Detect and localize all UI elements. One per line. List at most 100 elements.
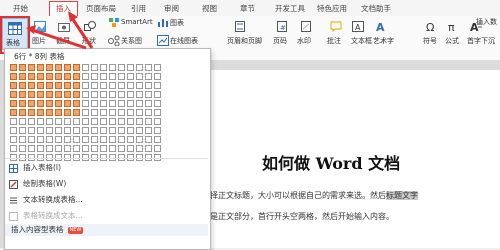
grid-cell[interactable] [73, 82, 80, 89]
grid-cell[interactable] [19, 145, 26, 152]
grid-cell[interactable] [100, 73, 107, 80]
grid-cell[interactable] [46, 73, 53, 80]
grid-cell[interactable] [28, 136, 35, 143]
grid-cell[interactable] [136, 82, 143, 89]
grid-cell[interactable] [55, 100, 62, 107]
grid-cell[interactable] [19, 127, 26, 134]
grid-cell[interactable] [19, 136, 26, 143]
grid-cell[interactable] [82, 82, 89, 89]
grid-cell[interactable] [154, 82, 161, 89]
grid-cell[interactable] [100, 64, 107, 71]
tab-view[interactable]: 视图 [202, 2, 217, 15]
grid-cell[interactable] [127, 64, 134, 71]
grid-cell[interactable] [37, 145, 44, 152]
grid-cell[interactable] [82, 109, 89, 116]
grid-cell[interactable] [91, 82, 98, 89]
grid-cell[interactable] [10, 127, 17, 134]
grid-cell[interactable] [145, 73, 152, 80]
tab-references[interactable]: 引用 [131, 2, 146, 15]
grid-cell[interactable] [64, 64, 71, 71]
grid-cell[interactable] [136, 118, 143, 125]
header-footer-button[interactable]: 页眉和页脚 [227, 36, 262, 46]
grid-cell[interactable] [37, 136, 44, 143]
grid-cell[interactable] [28, 64, 35, 71]
grid-cell[interactable] [100, 136, 107, 143]
grid-cell[interactable] [19, 118, 26, 125]
grid-cell[interactable] [37, 73, 44, 80]
grid-cell[interactable] [28, 109, 35, 116]
textbox-button[interactable]: 文本框 [351, 36, 372, 46]
grid-cell[interactable] [55, 127, 62, 134]
grid-cell[interactable] [100, 145, 107, 152]
grid-cell[interactable] [82, 100, 89, 107]
grid-cell[interactable] [37, 127, 44, 134]
grid-cell[interactable] [127, 145, 134, 152]
online-chart-button[interactable]: 在线图表 [170, 36, 198, 46]
grid-cell[interactable] [73, 145, 80, 152]
grid-cell[interactable] [28, 100, 35, 107]
grid-cell[interactable] [136, 73, 143, 80]
grid-cell[interactable] [28, 91, 35, 98]
grid-cell[interactable] [127, 127, 134, 134]
grid-cell[interactable] [19, 91, 26, 98]
tab-doc-assistant[interactable]: 文档助手 [361, 2, 391, 15]
grid-cell[interactable] [46, 118, 53, 125]
text-to-table-item[interactable]: 文本转换成表格... [5, 194, 205, 206]
shape-button[interactable]: 形状 [82, 36, 96, 46]
grid-cell[interactable] [136, 127, 143, 134]
grid-cell[interactable] [109, 82, 116, 89]
watermark-button[interactable]: 水印 [297, 36, 311, 46]
grid-cell[interactable] [118, 109, 125, 116]
grid-cell[interactable] [145, 64, 152, 71]
grid-cell[interactable] [46, 82, 53, 89]
grid-cell[interactable] [109, 127, 116, 134]
grid-cell[interactable] [136, 136, 143, 143]
grid-cell[interactable] [10, 73, 17, 80]
grid-cell[interactable] [145, 136, 152, 143]
grid-cell[interactable] [109, 100, 116, 107]
grid-cell[interactable] [136, 100, 143, 107]
grid-cell[interactable] [82, 91, 89, 98]
grid-cell[interactable] [91, 145, 98, 152]
grid-cell[interactable] [19, 73, 26, 80]
grid-cell[interactable] [154, 145, 161, 152]
page-number-button[interactable]: 页码 [273, 36, 287, 46]
grid-cell[interactable] [145, 109, 152, 116]
grid-cell[interactable] [73, 73, 80, 80]
grid-cell[interactable] [82, 64, 89, 71]
formula-button[interactable]: 公式 [445, 36, 459, 46]
grid-cell[interactable] [154, 73, 161, 80]
grid-cell[interactable] [91, 127, 98, 134]
grid-cell[interactable] [37, 82, 44, 89]
grid-cell[interactable] [19, 64, 26, 71]
tab-special-apps[interactable]: 特色应用 [317, 2, 347, 15]
grid-cell[interactable] [10, 145, 17, 152]
tab-insert[interactable]: 插入 [49, 1, 78, 16]
grid-cell[interactable] [127, 109, 134, 116]
grid-cell[interactable] [100, 100, 107, 107]
grid-cell[interactable] [118, 73, 125, 80]
grid-cell[interactable] [145, 127, 152, 134]
grid-cell[interactable] [28, 118, 35, 125]
tab-page-layout[interactable]: 页面布局 [86, 2, 116, 15]
grid-cell[interactable] [64, 136, 71, 143]
grid-cell[interactable] [154, 136, 161, 143]
grid-cell[interactable] [82, 136, 89, 143]
grid-cell[interactable] [100, 91, 107, 98]
grid-cell[interactable] [127, 136, 134, 143]
grid-cell[interactable] [73, 100, 80, 107]
draw-table-item[interactable]: 绘制表格(W) [5, 178, 205, 190]
grid-cell[interactable] [73, 91, 80, 98]
grid-cell[interactable] [10, 109, 17, 116]
grid-cell[interactable] [136, 109, 143, 116]
grid-cell[interactable] [109, 136, 116, 143]
grid-cell[interactable] [145, 82, 152, 89]
grid-cell[interactable] [91, 136, 98, 143]
insert-table-item[interactable]: 插入表格(I) [5, 162, 205, 174]
first-drop-button[interactable]: 首字下沉 [467, 36, 495, 46]
grid-cell[interactable] [154, 109, 161, 116]
grid-cell[interactable] [55, 136, 62, 143]
grid-cell[interactable] [10, 64, 17, 71]
grid-cell[interactable] [46, 136, 53, 143]
grid-cell[interactable] [118, 91, 125, 98]
